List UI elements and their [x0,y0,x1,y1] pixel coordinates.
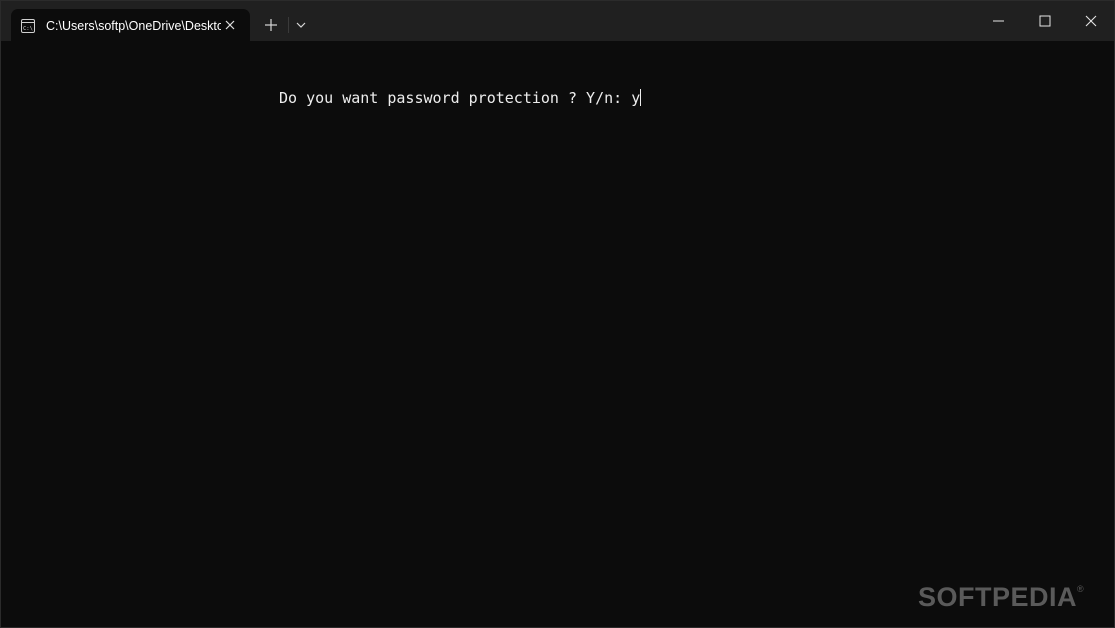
tab-command-prompt[interactable]: C:\ C:\Users\softp\OneDrive\Desktop [11,9,250,42]
terminal-output[interactable]: Do you want password protection ? Y/n: y [1,42,1114,627]
minimize-icon [993,20,1004,22]
watermark-text: SOFTPEDIA [918,582,1078,612]
tab-dropdown-button[interactable] [291,13,311,37]
new-tab-button[interactable] [259,13,283,37]
tab-title: C:\Users\softp\OneDrive\Desktop [46,19,221,33]
console-icon: C:\ [21,18,35,33]
close-window-button[interactable] [1068,1,1114,41]
maximize-icon [1039,15,1051,27]
title-bar[interactable]: C:\ C:\Users\softp\OneDrive\Desktop [1,1,1114,42]
prompt-line: Do you want password protection ? Y/n: y [279,89,642,107]
plus-icon [265,19,277,31]
softpedia-watermark: SOFTPEDIA® [918,573,1084,613]
chevron-down-icon [296,22,306,28]
prompt-text: Do you want password protection ? Y/n: [279,89,632,107]
watermark-registered-mark: ® [1077,584,1085,594]
user-input: y [631,89,641,107]
text-cursor [640,89,642,106]
svg-text:C:\: C:\ [23,26,33,32]
tab-close-icon[interactable] [221,16,239,34]
maximize-button[interactable] [1022,1,1068,41]
tab-separator [288,17,289,33]
minimize-button[interactable] [976,1,1022,41]
close-icon [1085,15,1097,27]
terminal-window: C:\ C:\Users\softp\OneDrive\Desktop Do y… [0,0,1115,628]
